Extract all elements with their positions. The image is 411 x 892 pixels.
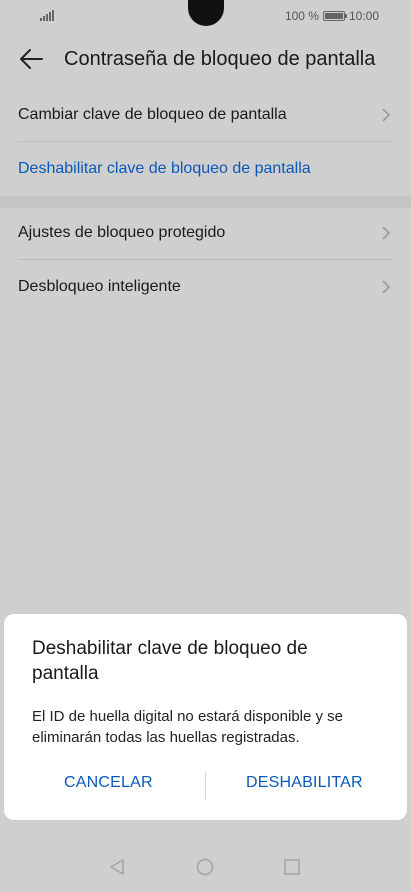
battery-percentage: 100 % [284,9,319,23]
secure-lock-settings-item[interactable]: Ajustes de bloqueo protegido [18,206,393,260]
signal-icon [40,9,54,21]
cancel-button[interactable]: CANCELAR [64,774,153,792]
list-item-label: Cambiar clave de bloqueo de pantalla [18,105,287,123]
dialog-message: El ID de huella digital no estará dispon… [32,708,344,746]
chevron-right-icon [382,226,391,240]
clock: 10:00 [348,9,379,23]
settings-group-1: Cambiar clave de bloqueo de pantalla Des… [0,88,411,196]
dialog-title: Deshabilitar clave de bloqueo de pantall… [32,638,308,684]
nav-home-icon[interactable] [196,858,214,876]
nav-back-icon[interactable] [108,858,126,876]
app-bar: Contraseña de bloqueo de pantalla [0,30,411,88]
disable-lock-password-item[interactable]: Deshabilitar clave de bloqueo de pantall… [18,142,393,196]
page-title: Contraseña de bloqueo de pantalla [64,48,376,70]
navigation-bar [0,840,411,892]
disable-lock-dialog: Deshabilitar clave de bloqueo de pantall… [4,614,407,820]
battery-icon [322,11,347,21]
back-arrow-icon[interactable] [18,47,44,71]
disable-button[interactable]: DESHABILITAR [246,774,363,792]
button-divider [205,772,206,800]
chevron-right-icon [382,280,391,294]
nav-recents-icon[interactable] [284,859,300,875]
list-item-label: Desbloqueo inteligente [18,278,181,295]
list-item-label: Deshabilitar clave de bloqueo de pantall… [18,160,311,177]
settings-group-2: Ajustes de bloqueo protegido Desbloqueo … [0,206,411,314]
camera-notch [188,0,224,26]
smart-unlock-item[interactable]: Desbloqueo inteligente [18,260,393,314]
status-bar: 100 % 10:00 [0,0,411,30]
list-item-label: Ajustes de bloqueo protegido [18,223,226,241]
status-right: 100 % 10:00 [285,9,379,23]
change-lock-password-item[interactable]: Cambiar clave de bloqueo de pantalla [18,88,393,142]
chevron-right-icon [382,108,391,122]
